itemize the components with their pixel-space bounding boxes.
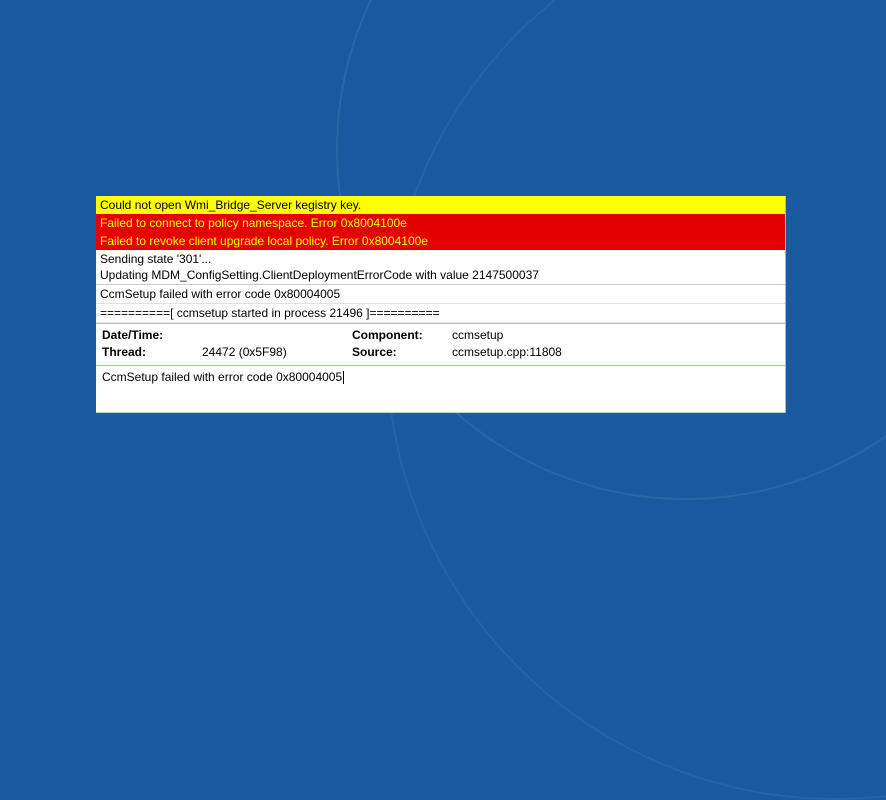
message-text: CcmSetup failed with error code 0x800040… xyxy=(102,370,342,384)
log-trace-window: Could not open Wmi_Bridge_Server kegistr… xyxy=(96,196,786,413)
log-line-info: Updating MDM_ConfigSetting.ClientDeploym… xyxy=(100,267,781,283)
log-line-info-group[interactable]: Sending state '301'... Updating MDM_Conf… xyxy=(96,250,785,285)
detail-component-label: Component: xyxy=(352,327,452,344)
log-line-info[interactable]: ==========[ ccmsetup started in process … xyxy=(96,304,785,323)
log-line-error[interactable]: Failed to revoke client upgrade local po… xyxy=(96,232,785,250)
detail-datetime-label: Date/Time: xyxy=(102,327,202,344)
detail-thread-label: Thread: xyxy=(102,344,202,361)
log-line-error[interactable]: Failed to connect to policy namespace. E… xyxy=(96,214,785,232)
detail-source-value: ccmsetup.cpp:11808 xyxy=(452,344,779,361)
detail-datetime-value xyxy=(202,327,352,344)
detail-thread-value: 24472 (0x5F98) xyxy=(202,344,352,361)
log-line-info: Sending state '301'... xyxy=(100,251,781,267)
log-details-panel: Date/Time: Component: ccmsetup Thread: 2… xyxy=(96,323,785,366)
detail-component-value: ccmsetup xyxy=(452,327,779,344)
detail-source-label: Source: xyxy=(352,344,452,361)
log-line-warning[interactable]: Could not open Wmi_Bridge_Server kegistr… xyxy=(96,196,785,214)
message-text-area[interactable]: CcmSetup failed with error code 0x800040… xyxy=(96,366,785,413)
log-line-info[interactable]: CcmSetup failed with error code 0x800040… xyxy=(96,285,785,304)
